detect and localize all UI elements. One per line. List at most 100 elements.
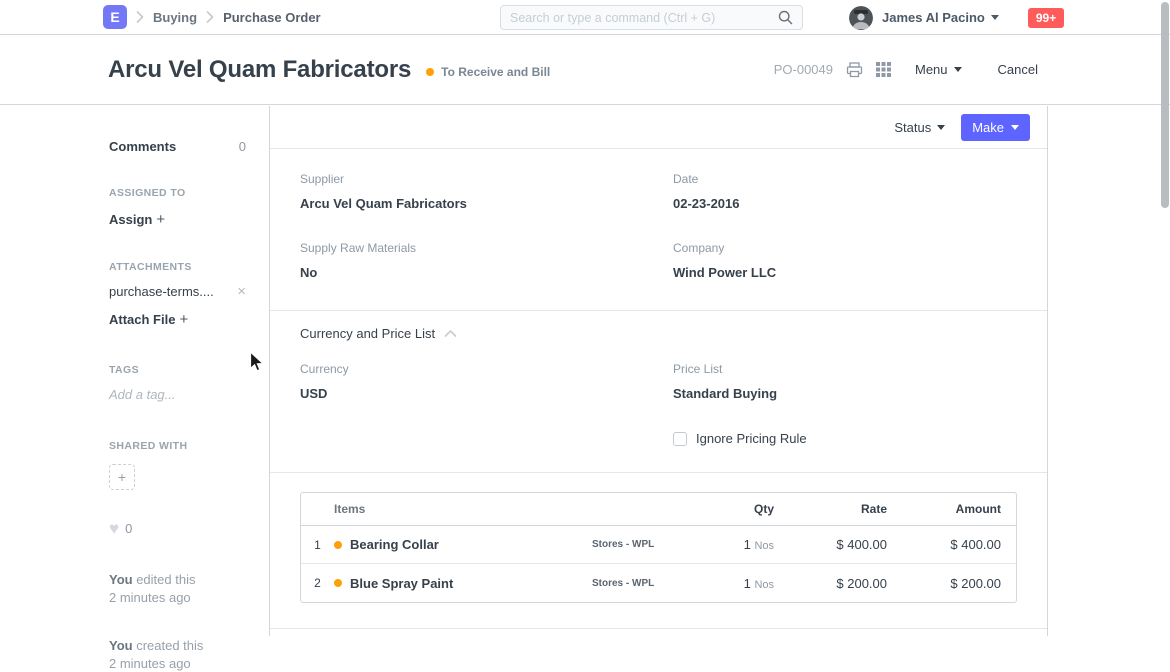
page-actions: PO-00049 Menu Cancel	[774, 62, 1038, 78]
attachment-link[interactable]: purchase-terms....	[109, 284, 214, 299]
col-amount-header: Amount	[887, 502, 1001, 516]
user-name-label: James Al Pacino	[882, 10, 985, 25]
field-value: 02-23-2016	[673, 196, 1016, 211]
activity-created: You created this 2 minutes ago	[109, 637, 246, 672]
navbar-user-area: James Al Pacino 99+	[849, 0, 1064, 35]
item-amount: $ 200.00	[887, 576, 1001, 591]
page-head: Arcu Vel Quam Fabricators To Receive and…	[0, 35, 1170, 105]
breadcrumb-buying[interactable]: Buying	[153, 10, 197, 25]
chevron-down-icon	[991, 15, 999, 20]
comments-link[interactable]: Comments 0	[109, 139, 246, 154]
make-button[interactable]: Make	[961, 114, 1030, 141]
scrollbar[interactable]	[1161, 2, 1169, 208]
item-name: Blue Spray Paint	[350, 576, 453, 591]
attach-file-button[interactable]: Attach File +	[109, 311, 246, 328]
close-icon[interactable]: ×	[237, 284, 246, 299]
menu-label: Menu	[915, 62, 948, 77]
status-indicator-label: To Receive and Bill	[441, 65, 550, 79]
chevron-down-icon	[1011, 125, 1019, 130]
assign-label: Assign	[109, 212, 152, 227]
print-icon[interactable]	[846, 62, 863, 78]
grid-view-icon[interactable]	[876, 62, 891, 77]
cancel-button[interactable]: Cancel	[998, 62, 1038, 77]
status-indicator: To Receive and Bill	[426, 65, 550, 79]
add-tag-input[interactable]: Add a tag...	[109, 387, 246, 402]
tags-heading: TAGS	[109, 364, 246, 376]
navbar: E Buying Purchase Order James Al Pacino …	[0, 0, 1170, 35]
activity-what: created this	[133, 638, 204, 653]
field-value: USD	[300, 386, 643, 401]
col-qty-header: Qty	[697, 502, 774, 516]
field-price-list[interactable]: Price List Standard Buying	[673, 362, 1016, 401]
notifications-badge[interactable]: 99+	[1028, 8, 1064, 28]
activity-who: You	[109, 572, 133, 587]
field-value: No	[300, 265, 643, 280]
form-toolbar: Status Make	[270, 106, 1047, 149]
title-area: Arcu Vel Quam Fabricators To Receive and…	[108, 56, 550, 84]
chevron-right-icon	[206, 11, 214, 23]
chevron-right-icon	[136, 11, 144, 23]
like-control[interactable]: ♥ 0	[109, 520, 246, 537]
field-supplier[interactable]: Supplier Arcu Vel Quam Fabricators	[300, 172, 643, 211]
item-amount: $ 400.00	[887, 537, 1001, 552]
status-label: Status	[894, 120, 931, 135]
global-search-bar[interactable]	[500, 5, 803, 30]
section-title: Currency and Price List	[300, 326, 435, 341]
activity-what: edited this	[133, 572, 196, 587]
field-supply-raw-materials[interactable]: Supply Raw Materials No	[300, 241, 643, 280]
activity-edited: You edited this 2 minutes ago	[109, 571, 246, 606]
section-main: Supplier Arcu Vel Quam Fabricators Suppl…	[270, 149, 1047, 310]
activity-when: 2 minutes ago	[109, 655, 246, 672]
app-logo[interactable]: E	[103, 5, 127, 29]
table-row[interactable]: 1 Bearing Collar Stores - WPL 1 Nos $ 40…	[301, 526, 1016, 564]
heart-icon[interactable]: ♥	[109, 520, 119, 537]
attachment-row: purchase-terms.... ×	[109, 284, 246, 299]
orange-dot-icon	[334, 541, 342, 549]
col-items-header: Items	[334, 502, 592, 516]
form-main: Status Make Supplier Arcu Vel Quam Fabri…	[270, 106, 1048, 636]
page-body: Comments 0 ASSIGNED TO Assign+ ATTACHMEN…	[0, 106, 1170, 636]
field-date[interactable]: Date 02-23-2016	[673, 172, 1016, 211]
section-items: Items Qty Rate Amount 1 Bearing Collar S…	[270, 472, 1047, 628]
assign-button[interactable]: Assign +	[109, 211, 246, 228]
search-icon[interactable]	[778, 10, 793, 25]
field-value: Standard Buying	[673, 386, 1016, 401]
activity-who: You	[109, 638, 133, 653]
field-value: Arcu Vel Quam Fabricators	[300, 196, 643, 211]
plus-icon: +	[118, 469, 126, 485]
item-qty: 1 Nos	[697, 576, 774, 591]
form-sidebar: Comments 0 ASSIGNED TO Assign+ ATTACHMEN…	[0, 106, 270, 636]
field-currency[interactable]: Currency USD	[300, 362, 643, 401]
comments-label: Comments	[109, 139, 176, 154]
row-index: 1	[301, 538, 334, 552]
status-dropdown[interactable]: Status	[894, 120, 945, 135]
comments-count: 0	[239, 139, 246, 154]
orange-dot-icon	[426, 68, 434, 76]
chevron-down-icon	[954, 67, 962, 72]
checkbox-icon[interactable]	[673, 432, 687, 446]
search-input[interactable]	[510, 11, 778, 25]
item-qty: 1 Nos	[697, 537, 774, 552]
item-warehouse: Stores - WPL	[592, 539, 697, 550]
plus-icon: +	[179, 311, 188, 328]
chevron-down-icon	[937, 125, 945, 130]
field-company[interactable]: Company Wind Power LLC	[673, 241, 1016, 280]
section-toggle[interactable]: Currency and Price List	[300, 326, 1017, 341]
attach-file-label: Attach File	[109, 312, 175, 327]
menu-button[interactable]: Menu	[915, 62, 962, 77]
items-table-header: Items Qty Rate Amount	[301, 493, 1016, 526]
make-label: Make	[972, 120, 1004, 135]
checkbox-label: Ignore Pricing Rule	[696, 431, 807, 446]
breadcrumb-purchase-order[interactable]: Purchase Order	[223, 10, 321, 25]
avatar[interactable]	[849, 6, 873, 30]
table-row[interactable]: 2 Blue Spray Paint Stores - WPL 1 Nos $ …	[301, 564, 1016, 602]
user-menu[interactable]: James Al Pacino	[882, 10, 999, 25]
ignore-pricing-rule-checkbox[interactable]: Ignore Pricing Rule	[673, 431, 1016, 446]
section-next	[270, 628, 1047, 642]
field-label: Supplier	[300, 172, 643, 186]
add-share-button[interactable]: +	[109, 464, 135, 490]
plus-icon: +	[156, 211, 165, 228]
item-rate: $ 200.00	[774, 576, 887, 591]
field-label: Date	[673, 172, 1016, 186]
item-warehouse: Stores - WPL	[592, 578, 697, 589]
